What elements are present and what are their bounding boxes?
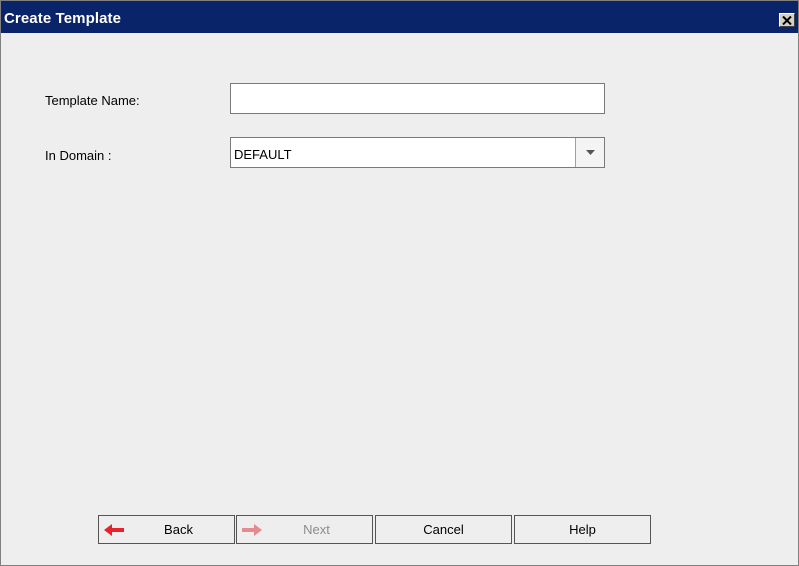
close-icon bbox=[782, 15, 792, 25]
create-template-dialog: Create Template Template Name: In Domain… bbox=[0, 0, 799, 566]
cancel-button-label: Cancel bbox=[423, 522, 464, 537]
next-button-label: Next bbox=[303, 522, 330, 537]
cancel-button[interactable]: Cancel bbox=[375, 515, 512, 544]
domain-select-value: DEFAULT bbox=[234, 147, 292, 162]
title-bar: Create Template bbox=[1, 1, 798, 33]
template-name-label: Template Name: bbox=[45, 93, 140, 108]
back-arrow-icon bbox=[104, 524, 124, 536]
next-button[interactable]: Next bbox=[236, 515, 373, 544]
domain-label: In Domain : bbox=[45, 148, 112, 163]
help-button-label: Help bbox=[569, 522, 596, 537]
window-title: Create Template bbox=[4, 10, 122, 27]
back-button-label: Back bbox=[164, 522, 193, 537]
back-button[interactable]: Back bbox=[98, 515, 235, 544]
template-name-input[interactable] bbox=[230, 83, 605, 114]
close-button[interactable] bbox=[779, 13, 795, 27]
chevron-down-icon bbox=[585, 150, 595, 155]
next-arrow-icon bbox=[242, 524, 262, 536]
domain-dropdown-button[interactable] bbox=[575, 138, 604, 167]
domain-select[interactable]: DEFAULT bbox=[230, 137, 605, 168]
help-button[interactable]: Help bbox=[514, 515, 651, 544]
